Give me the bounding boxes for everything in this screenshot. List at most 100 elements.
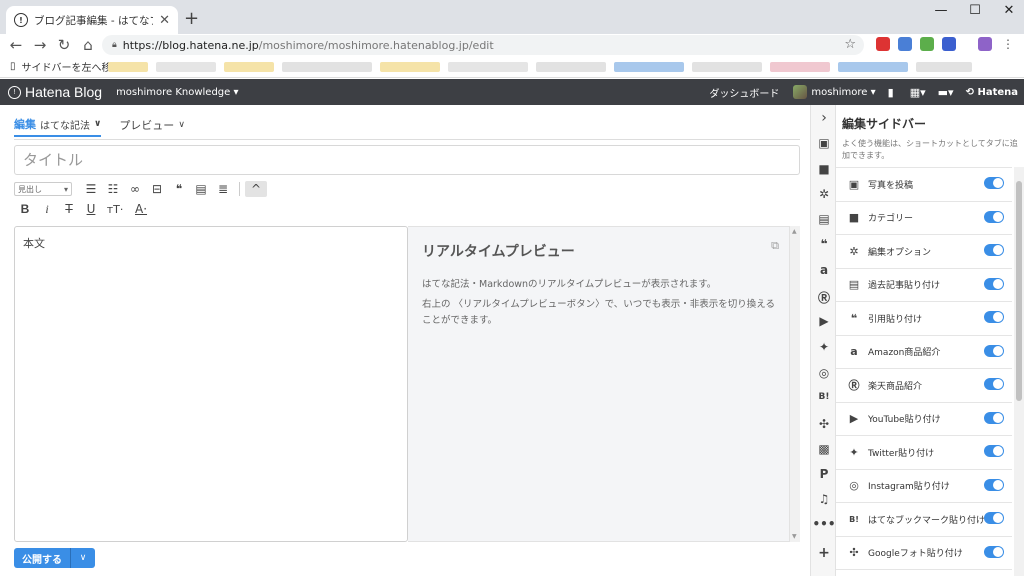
sidebar-item[interactable]: ▣ 写真を投稿 xyxy=(836,168,1012,202)
sidebar-scroll-thumb[interactable] xyxy=(1016,181,1022,401)
sidebar-item[interactable]: B! はてなブックマーク貼り付け xyxy=(836,503,1012,537)
profile-icon[interactable] xyxy=(978,37,992,51)
shortcut-toggle[interactable] xyxy=(984,378,1004,390)
font-size-icon[interactable]: тT· xyxy=(102,203,128,216)
hatena-blog-logo[interactable]: ! Hatena Blog xyxy=(8,84,102,100)
sidebar-item[interactable]: ◎ Instagram貼り付け xyxy=(836,470,1012,503)
tab-edit[interactable]: 編集 はてな記法 ∨ xyxy=(14,113,102,137)
sidebar-item[interactable]: ✣ Googleフォト貼り付け xyxy=(836,537,1012,570)
extension-icon[interactable] xyxy=(898,37,912,51)
blog-name-menu[interactable]: moshimore Knowledge ▾ xyxy=(116,87,238,98)
extension-icon[interactable] xyxy=(942,37,956,51)
quote-icon[interactable]: ❝ xyxy=(168,182,190,196)
shortcut-toggle[interactable] xyxy=(984,478,1004,491)
add-icon[interactable]: + xyxy=(811,545,837,561)
bookmark-sidebar-left[interactable]: サイドバーを左へ移動 xyxy=(22,59,122,74)
shortcut-toggle[interactable] xyxy=(984,177,1004,189)
more-icon[interactable]: ••• xyxy=(811,517,837,531)
quote-icon[interactable]: ❝ xyxy=(811,237,837,251)
notification-bookmark-icon[interactable]: ▮ xyxy=(888,86,894,99)
sidebar-item[interactable]: ■ カテゴリー xyxy=(836,202,1012,235)
document-icon[interactable]: ▤ xyxy=(811,212,837,226)
close-tab-icon[interactable]: ✕ xyxy=(159,13,170,28)
user-menu[interactable]: moshimore ▾ xyxy=(811,87,875,98)
scroll-up-icon[interactable]: ▲ xyxy=(792,228,797,235)
blurred-bookmark[interactable] xyxy=(380,62,440,72)
sidebar-item[interactable]: ▤ 過去記事貼り付け xyxy=(836,269,1012,302)
shortcut-toggle[interactable] xyxy=(984,411,1004,424)
menu-kebab-icon[interactable]: ⋮ xyxy=(1002,37,1014,51)
tab-preview[interactable]: プレビュー ∨ xyxy=(119,113,185,137)
avatar[interactable] xyxy=(793,85,808,99)
gear-icon[interactable]: ✲ xyxy=(811,187,837,201)
collapse-toolbar-icon[interactable]: ^ xyxy=(245,181,267,197)
browser-tab[interactable]: ! ブログ記事編集 - はてなブログ ✕ xyxy=(6,6,178,34)
read-more-icon[interactable]: ≣ xyxy=(212,182,234,196)
sidebar-item[interactable]: ✦ Twitter貼り付け xyxy=(836,436,1012,470)
preview-toggle-icon[interactable]: ⧉ xyxy=(771,239,779,253)
shortcut-toggle[interactable] xyxy=(984,512,1004,524)
table-icon[interactable]: ▤ xyxy=(190,182,212,196)
blurred-bookmark[interactable] xyxy=(224,62,274,72)
forward-icon[interactable]: → xyxy=(28,36,52,54)
publish-dropdown-icon[interactable]: ∨ xyxy=(71,548,95,568)
amazon-icon[interactable]: a xyxy=(811,263,837,277)
blurred-bookmark[interactable] xyxy=(282,62,372,72)
apps-grid-icon[interactable]: ▦▾ xyxy=(910,86,926,99)
horizontal-rule-icon[interactable]: ⊟ xyxy=(146,182,168,196)
dashboard-link[interactable]: ダッシュボード xyxy=(709,85,779,100)
twitter-icon[interactable]: ✦ xyxy=(811,340,837,354)
shortcut-toggle[interactable] xyxy=(984,545,1004,558)
blurred-bookmark[interactable] xyxy=(770,62,830,72)
window-close-icon[interactable]: ✕ xyxy=(994,3,1024,18)
strikethrough-icon[interactable]: T xyxy=(58,202,80,216)
shortcut-toggle[interactable] xyxy=(984,344,1004,357)
link-icon[interactable]: ∞ xyxy=(124,182,146,196)
new-tab-icon[interactable]: + xyxy=(184,8,199,29)
reload-icon[interactable]: ↻ xyxy=(52,36,76,54)
heading-select[interactable]: 見出し ▾ xyxy=(14,182,72,196)
rakuten-icon[interactable]: Ⓡ xyxy=(811,289,837,306)
instagram-icon[interactable]: ◎ xyxy=(811,366,837,380)
gmail-extension-icon[interactable] xyxy=(876,37,890,51)
sidebar-item[interactable]: ❝ 引用貼り付け xyxy=(836,302,1012,336)
sidebar-item[interactable]: ▶ YouTube貼り付け xyxy=(836,403,1012,436)
bookmark-star-icon[interactable]: ☆ xyxy=(844,37,856,52)
bullet-list-icon[interactable]: ☰ xyxy=(80,182,102,196)
chevron-right-icon[interactable]: › xyxy=(811,110,837,126)
publish-button[interactable]: 公開する xyxy=(14,548,71,568)
sidebar-item[interactable]: ✲ 編集オプション xyxy=(836,235,1012,269)
photo-icon[interactable]: ▣ xyxy=(811,136,837,150)
underline-icon[interactable]: U xyxy=(80,202,102,216)
shortcut-toggle[interactable] xyxy=(984,210,1004,223)
blurred-bookmark[interactable] xyxy=(448,62,528,72)
blurred-bookmark[interactable] xyxy=(838,62,908,72)
chat-icon[interactable]: ▬▾ xyxy=(938,86,954,99)
blurred-bookmark[interactable] xyxy=(536,62,606,72)
hatena-bookmark-icon[interactable]: B! xyxy=(811,392,837,402)
sidebar-scrollbar[interactable] xyxy=(1014,167,1024,576)
shortcut-toggle[interactable] xyxy=(984,445,1004,457)
pixiv-icon[interactable]: P xyxy=(811,467,837,481)
youtube-icon[interactable]: ▶ xyxy=(811,314,837,328)
sidebar-item[interactable]: a Amazon商品紹介 xyxy=(836,336,1012,369)
sidebar-item[interactable]: Ⓡ 楽天商品紹介 xyxy=(836,369,1012,403)
italic-icon[interactable]: i xyxy=(36,202,58,217)
shortcut-toggle[interactable] xyxy=(984,244,1004,256)
shortcut-toggle[interactable] xyxy=(984,277,1004,290)
bold-icon[interactable]: B xyxy=(14,202,36,216)
blurred-bookmark[interactable] xyxy=(692,62,762,72)
body-textarea[interactable]: 本文 xyxy=(14,226,408,542)
tv-icon[interactable]: ▩ xyxy=(811,442,837,456)
title-input[interactable] xyxy=(14,145,800,175)
music-icon[interactable]: ♫ xyxy=(811,492,837,506)
preview-scrollbar[interactable]: ▲ ▼ xyxy=(790,226,800,542)
blurred-bookmark[interactable] xyxy=(108,62,148,72)
blurred-bookmark[interactable] xyxy=(614,62,684,72)
shortcut-toggle[interactable] xyxy=(984,311,1004,323)
text-color-icon[interactable]: A· xyxy=(128,202,154,216)
address-bar[interactable]: 🔒︎ https://blog.hatena.ne.jp/moshimore/m… xyxy=(102,35,864,55)
maximize-icon[interactable]: ☐ xyxy=(960,3,990,18)
hatena-link[interactable]: ⟲ Hatena xyxy=(966,87,1018,98)
back-icon[interactable]: ← xyxy=(4,36,28,54)
